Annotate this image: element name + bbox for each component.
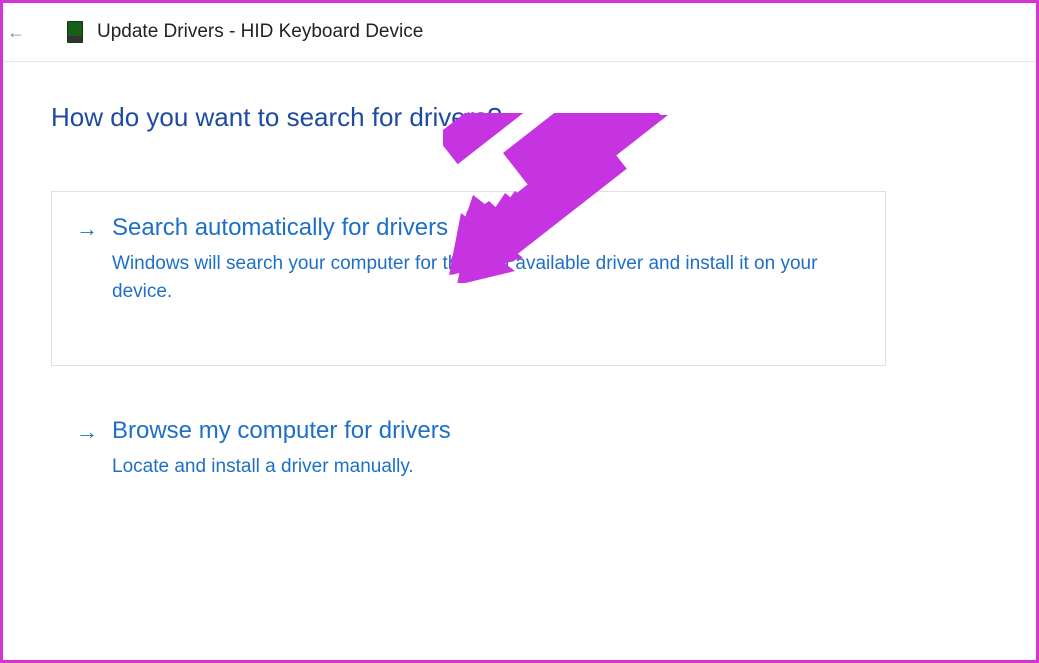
option-title: Browse my computer for drivers [112, 417, 861, 445]
option-search-automatically[interactable]: → Search automatically for drivers Windo… [51, 191, 886, 366]
dialog-title: Update Drivers - HID Keyboard Device [97, 21, 423, 43]
device-icon [67, 21, 83, 43]
arrow-right-icon: → [76, 216, 98, 242]
option-description: Locate and install a driver manually. [112, 453, 861, 481]
option-description: Windows will search your computer for th… [112, 250, 861, 305]
arrow-right-icon: → [76, 419, 98, 445]
option-title: Search automatically for drivers [112, 214, 861, 242]
option-text-wrapper: Search automatically for drivers Windows… [112, 214, 861, 305]
option-text-wrapper: Browse my computer for drivers Locate an… [112, 417, 861, 481]
dialog-header: ← Update Drivers - HID Keyboard Device [3, 3, 1036, 62]
dialog-content: How do you want to search for drivers? →… [3, 62, 1036, 512]
back-arrow-icon[interactable]: ← [3, 22, 29, 43]
page-heading: How do you want to search for drivers? [51, 102, 988, 133]
option-browse-computer[interactable]: → Browse my computer for drivers Locate … [51, 394, 886, 512]
